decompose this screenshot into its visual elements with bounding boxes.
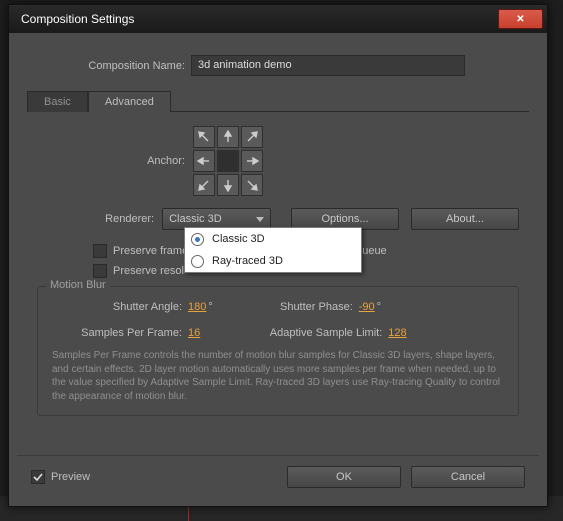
renderer-label: Renderer: — [37, 213, 154, 225]
anchor-n[interactable] — [217, 126, 239, 148]
ok-button[interactable]: OK — [287, 466, 401, 488]
anchor-sw[interactable] — [193, 174, 215, 196]
preview-label: Preview — [51, 471, 90, 483]
anchor-e[interactable] — [241, 150, 263, 172]
samples-per-frame-value[interactable]: 16 — [188, 327, 200, 339]
anchor-w[interactable] — [193, 150, 215, 172]
window-title: Composition Settings — [21, 12, 498, 26]
composition-name-field[interactable]: 3d animation demo — [191, 55, 465, 76]
radio-icon — [191, 255, 204, 268]
shutter-phase-value[interactable]: -90 — [359, 301, 375, 313]
adaptive-limit-label: Adaptive Sample Limit: — [200, 327, 382, 339]
dialog-footer: Preview OK Cancel — [17, 455, 539, 498]
cancel-button[interactable]: Cancel — [411, 466, 525, 488]
anchor-nw[interactable] — [193, 126, 215, 148]
preview-checkbox[interactable] — [31, 470, 45, 484]
composition-name-label: Composition Name: — [17, 60, 185, 72]
anchor-ne[interactable] — [241, 126, 263, 148]
radio-selected-icon — [191, 233, 204, 246]
anchor-s[interactable] — [217, 174, 239, 196]
shutter-phase-unit: ° — [377, 301, 381, 313]
anchor-center[interactable] — [217, 150, 239, 172]
preserve-resolution-label: Preserve resol — [113, 265, 184, 277]
preserve-framerate-suffix: ueue — [362, 245, 386, 257]
renderer-option-classic3d[interactable]: Classic 3D — [185, 228, 361, 250]
adaptive-limit-value[interactable]: 128 — [388, 327, 406, 339]
close-icon: ✕ — [516, 14, 524, 25]
preserve-framerate-label: Preserve frame — [113, 245, 188, 257]
anchor-label: Anchor: — [37, 155, 185, 167]
shutter-angle-value[interactable]: 180 — [188, 301, 206, 313]
preserve-framerate-checkbox[interactable] — [93, 244, 107, 258]
chevron-down-icon — [256, 217, 264, 222]
renderer-dropdown-list: Classic 3D Ray-traced 3D — [184, 227, 362, 273]
tab-advanced[interactable]: Advanced — [88, 91, 171, 112]
shutter-phase-label: Shutter Phase: — [213, 301, 353, 313]
close-button[interactable]: ✕ — [498, 9, 543, 29]
motion-blur-help: Samples Per Frame controls the number of… — [52, 349, 504, 403]
motion-blur-legend: Motion Blur — [46, 279, 110, 291]
tab-basic[interactable]: Basic — [27, 91, 88, 112]
shutter-angle-label: Shutter Angle: — [52, 301, 182, 313]
samples-per-frame-label: Samples Per Frame: — [52, 327, 182, 339]
motion-blur-group: Motion Blur Shutter Angle: 180 ° Shutter… — [37, 286, 519, 416]
anchor-se[interactable] — [241, 174, 263, 196]
preserve-resolution-checkbox[interactable] — [93, 264, 107, 278]
about-button[interactable]: About... — [411, 208, 519, 230]
anchor-grid — [193, 126, 263, 196]
renderer-option-raytraced3d[interactable]: Ray-traced 3D — [185, 250, 361, 272]
titlebar[interactable]: Composition Settings ✕ — [9, 5, 547, 33]
composition-settings-dialog: Composition Settings ✕ Composition Name:… — [8, 4, 548, 507]
